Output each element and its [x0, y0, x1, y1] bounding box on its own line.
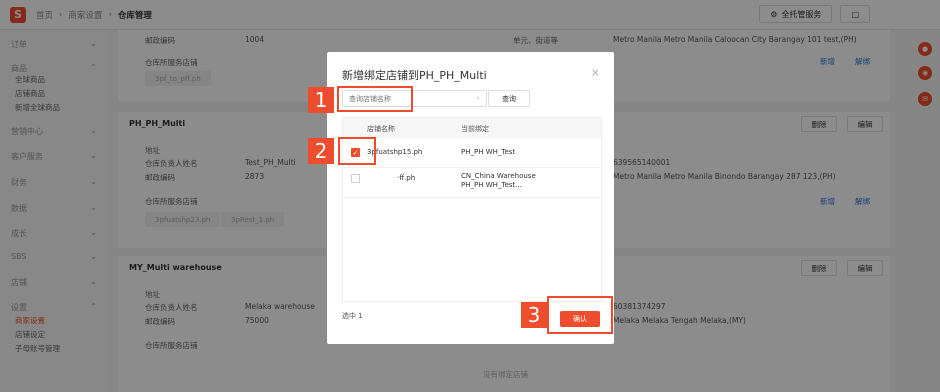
current-binding: PH_PH WH_Test	[461, 148, 516, 156]
step-1-highlight	[337, 86, 413, 112]
step-2-highlight	[338, 137, 376, 165]
column-shop-name: 店铺名称	[367, 125, 395, 133]
close-icon[interactable]: ×	[591, 66, 600, 79]
table-row[interactable]: ·ff.ph CN_China Warehouse PH_PH WH_Test.…	[343, 168, 601, 198]
step-3-marker: 3	[521, 302, 547, 328]
step-1-marker: 1	[308, 87, 334, 113]
shop-name: ·ff.ph	[397, 174, 416, 182]
row-checkbox[interactable]	[351, 174, 360, 183]
selected-count: 选中 1	[342, 312, 363, 320]
search-icon[interactable]: ⌕	[476, 94, 480, 103]
step-2-marker: 2	[308, 138, 334, 164]
query-button[interactable]: 查询	[488, 90, 530, 107]
table-header: 店铺名称 当前绑定	[343, 118, 601, 138]
step-3-highlight	[547, 296, 613, 334]
column-current-binding: 当前绑定	[461, 125, 489, 133]
modal-title: 新增绑定店铺到PH_PH_Multi	[342, 69, 487, 82]
current-binding: CN_China Warehouse PH_PH WH_Test...	[461, 172, 536, 189]
table-row[interactable]: ✓ 3pfuatshp15.ph PH_PH WH_Test	[343, 138, 601, 168]
shop-table: 店铺名称 当前绑定 ✓ 3pfuatshp15.ph PH_PH WH_Test…	[342, 117, 602, 302]
